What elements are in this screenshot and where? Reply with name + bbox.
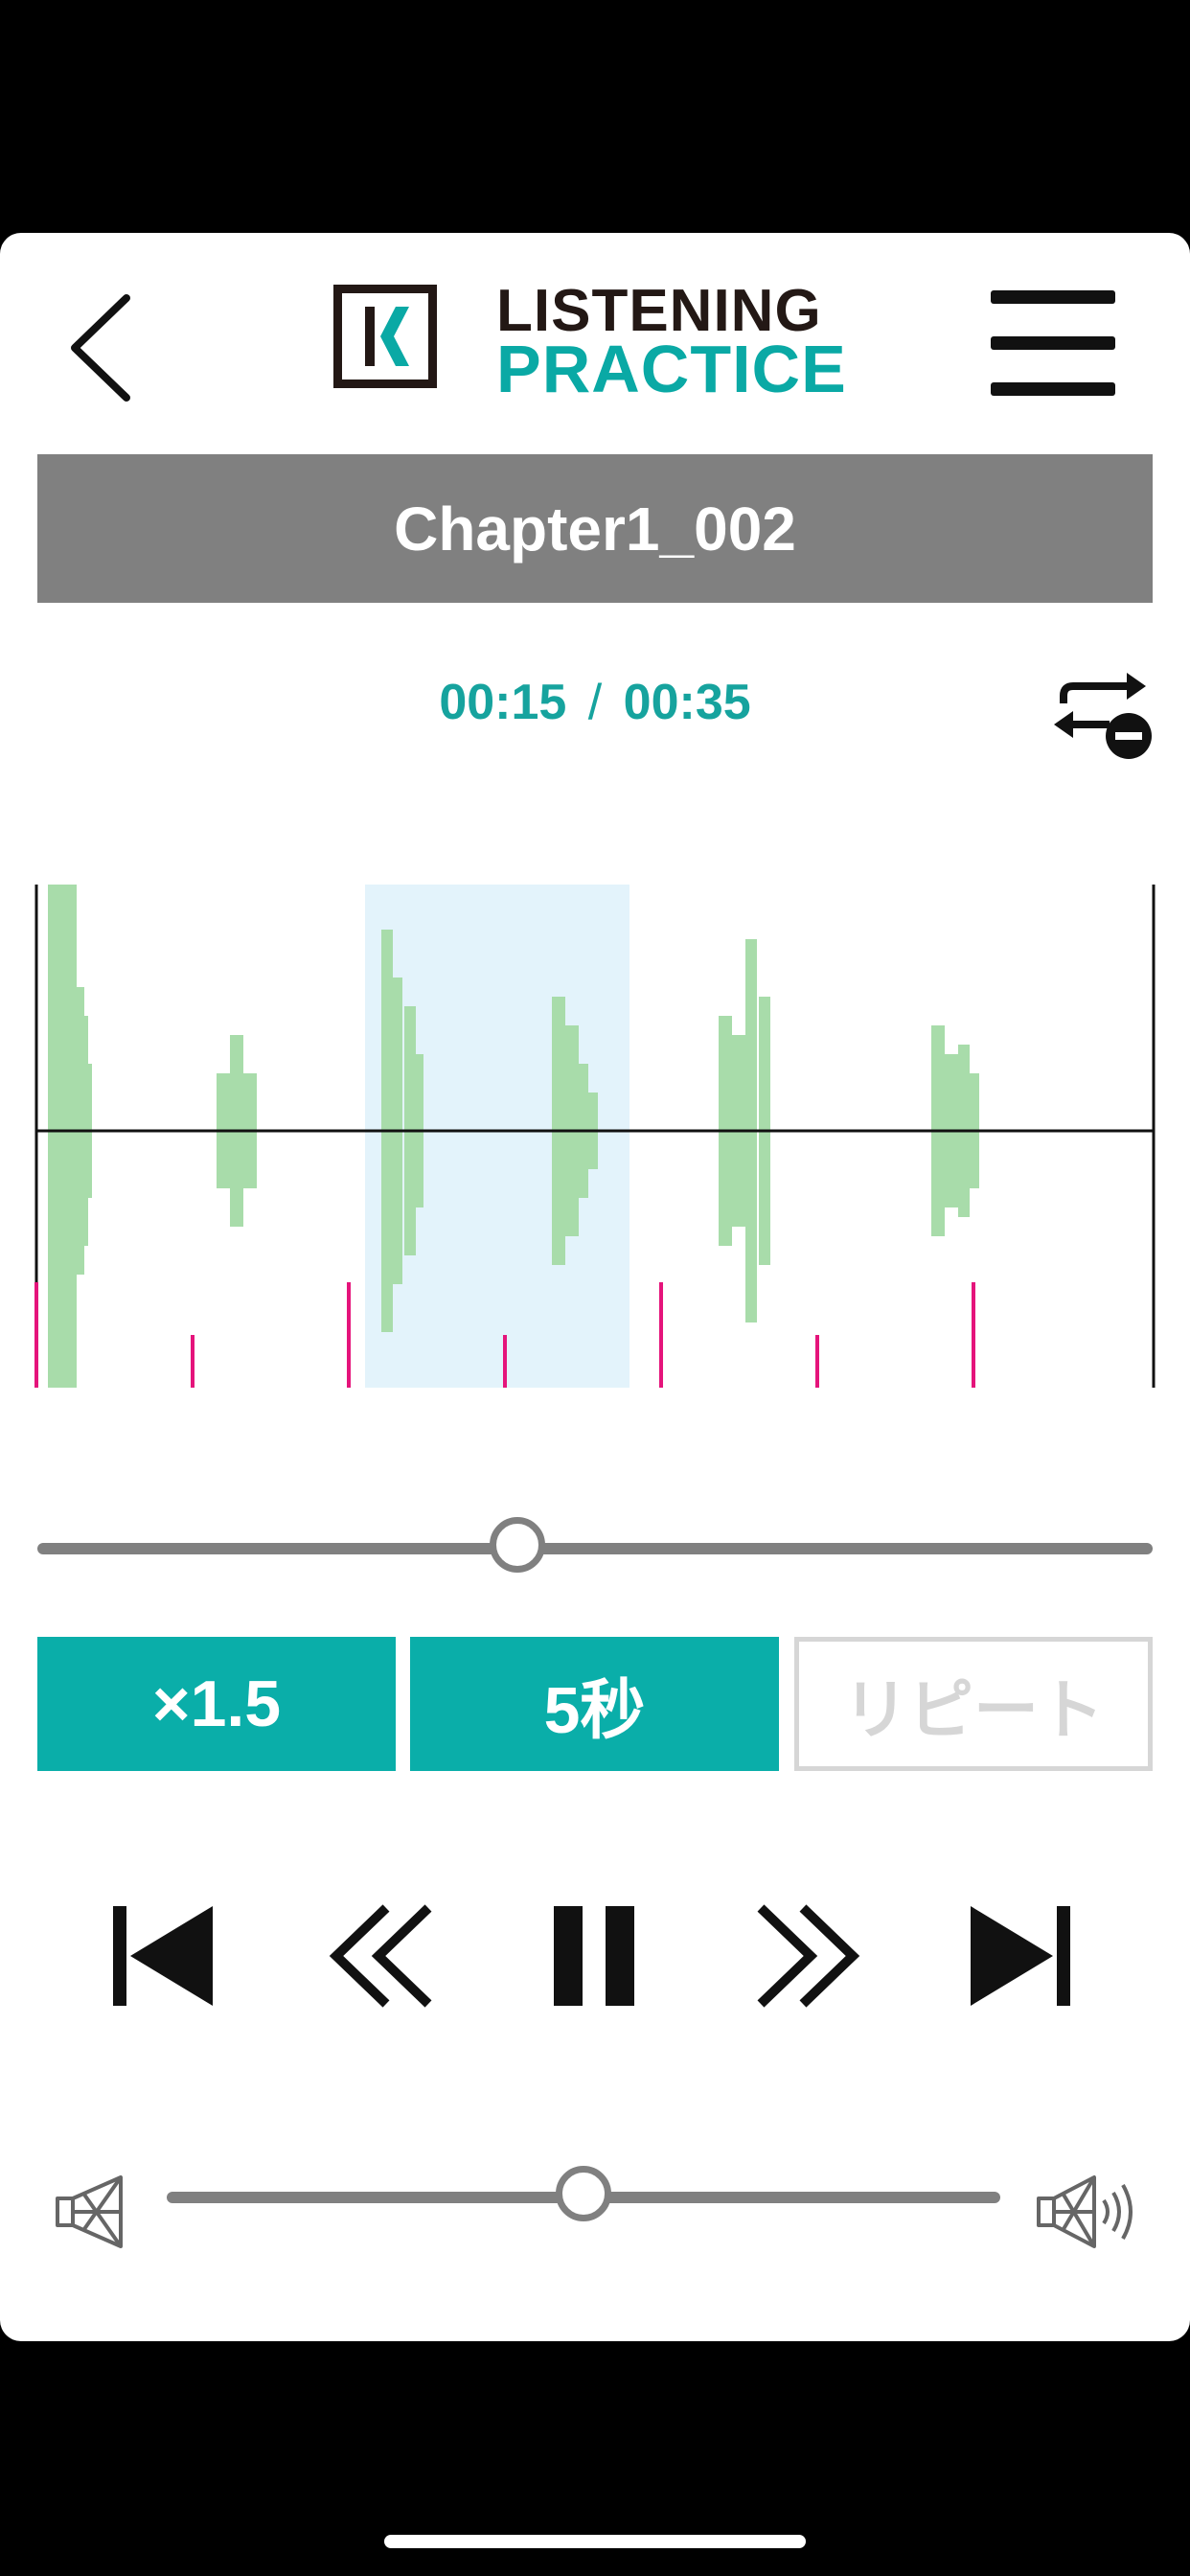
fast-forward-icon[interactable] [736, 1889, 870, 2023]
menu-bar [991, 336, 1115, 350]
back-chevron-icon[interactable] [59, 290, 146, 405]
rewind-icon[interactable] [319, 1889, 453, 2023]
player-card: LISTENING PRACTICE Chapter1_002 00:15 / … [0, 233, 1190, 2341]
speaker-mute-icon [56, 2175, 123, 2248]
menu-bar [991, 382, 1115, 396]
seek-thumb[interactable] [489, 1517, 545, 1573]
volume-thumb[interactable] [556, 2166, 611, 2221]
repeat-off-icon[interactable] [1050, 667, 1156, 763]
speed-button[interactable]: ×1.5 [37, 1637, 396, 1771]
seek-slider[interactable] [37, 1515, 1153, 1582]
time-display: 00:15 / 00:35 [0, 674, 1190, 731]
pause-icon[interactable] [527, 1889, 661, 2023]
current-time: 00:15 [439, 675, 567, 730]
waveform-display[interactable] [34, 885, 1156, 1388]
menu-bar [991, 290, 1115, 304]
app-logo: LISTENING PRACTICE [332, 278, 868, 406]
skip-to-end-icon[interactable] [953, 1889, 1087, 2023]
time-separator: / [587, 675, 603, 730]
skip-to-start-icon[interactable] [96, 1889, 230, 2023]
logo-k-mark [333, 285, 437, 388]
total-time: 00:35 [623, 675, 751, 730]
hamburger-menu-icon[interactable] [987, 288, 1121, 403]
repeat-button[interactable]: リピート [794, 1637, 1153, 1771]
logo-text-bottom: PRACTICE [496, 332, 847, 406]
volume-slider[interactable] [167, 2164, 1000, 2231]
speaker-loud-icon [1037, 2175, 1133, 2248]
skip-seconds-button[interactable]: 5秒 [410, 1637, 779, 1771]
track-title: Chapter1_002 [37, 454, 1153, 603]
seek-track [37, 1543, 1153, 1554]
home-indicator [384, 2535, 806, 2548]
